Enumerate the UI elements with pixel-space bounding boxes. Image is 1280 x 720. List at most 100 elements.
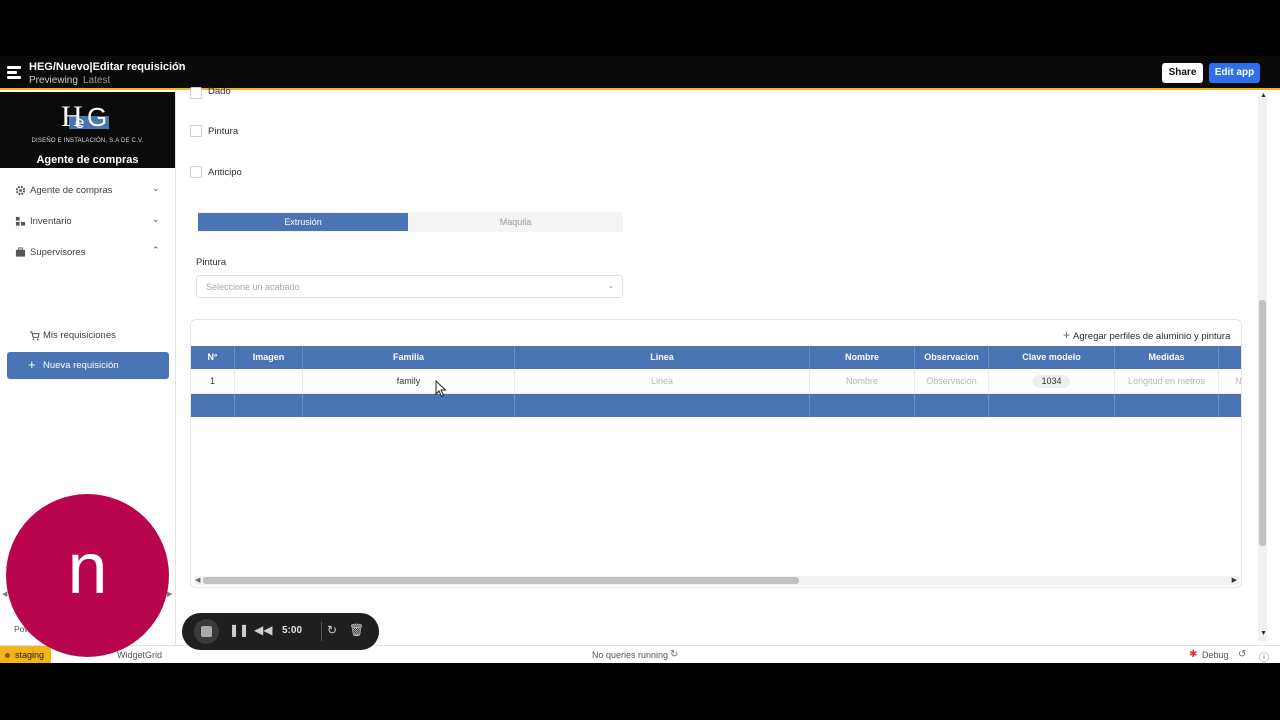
profiles-table-card: + Agregar perfiles de aluminio y pintura … [190, 319, 1242, 588]
table-header-row: N° Imagen Familia Linea Nombre Observaci… [191, 346, 1241, 369]
scroll-right-icon[interactable]: ▶ [1232, 576, 1237, 584]
main-content: Dado Pintura Anticipo Extrusión Maquila … [176, 86, 1256, 645]
debug-icon: ✱ [1189, 649, 1198, 660]
plus-icon: + [1063, 328, 1071, 342]
table-cell [915, 394, 989, 417]
tab-maquila[interactable]: Maquila [408, 213, 623, 231]
pintura-checkbox[interactable] [190, 125, 202, 137]
anticipo-checkbox[interactable] [190, 166, 202, 178]
help-icon[interactable]: ⓘ [1259, 649, 1269, 663]
column-header[interactable] [1219, 346, 1241, 369]
table-cell-imagen[interactable] [235, 369, 303, 393]
table-cell [191, 394, 235, 417]
table-cell [989, 394, 1115, 417]
environment-badge[interactable]: staging [0, 646, 51, 663]
process-segmented-control: Extrusión Maquila [198, 212, 623, 232]
environment-label: staging [15, 650, 45, 660]
cart-icon [29, 331, 40, 341]
scrollbar-thumb[interactable] [203, 577, 799, 584]
sidebar-item-label: Mis requisiciones [43, 330, 116, 341]
paint-select-placeholder: Seleccione un acabado [206, 282, 300, 292]
briefcase-icon [15, 247, 26, 257]
top-bar: HEG/Nuevo|Editar requisición ☆ Previewin… [0, 56, 1280, 90]
mode-label: Previewing [29, 75, 78, 86]
table-row[interactable]: 1 family Linea Nombre Observacion 1034 L… [191, 369, 1241, 394]
paint-field-label: Pintura [196, 257, 227, 268]
version-label[interactable]: Latest [83, 75, 110, 86]
dado-label: Dado [208, 86, 231, 97]
sidebar-item-label: Agente de compras [30, 185, 113, 196]
edit-app-button[interactable]: Edit app [1209, 63, 1260, 83]
refresh-icon[interactable]: ↻ [670, 649, 678, 660]
column-header[interactable]: Linea [515, 346, 810, 369]
table-cell-extra[interactable]: N [1219, 369, 1241, 393]
pause-icon[interactable]: ❚❚ [229, 623, 249, 637]
star-icon[interactable]: ☆ [174, 60, 184, 73]
app-menu-icon[interactable] [7, 66, 21, 80]
app-title: HEG/Nuevo|Editar requisición [29, 61, 186, 73]
sidebar-item-mis-requisiciones[interactable]: Mis requisiciones [0, 325, 175, 347]
sidebar-item-supervisores[interactable]: Supervisores ⌃ [0, 241, 175, 265]
rewind-icon[interactable]: ◀◀ [254, 623, 272, 637]
column-header[interactable]: Imagen [235, 346, 303, 369]
divider [321, 622, 322, 641]
recording-timer: 5:00 [282, 625, 303, 636]
debug-button[interactable]: Debug [1202, 650, 1229, 660]
table-cell [303, 394, 515, 417]
paint-select[interactable]: Seleccione un acabado ⌄ [196, 275, 623, 298]
svg-text:G: G [87, 102, 107, 132]
restart-icon[interactable]: ↻ [327, 623, 337, 637]
page-vertical-scrollbar[interactable]: ▲ ▼ [1256, 92, 1280, 645]
sidebar-item-nueva-requisicion[interactable]: + Nueva requisición [7, 352, 169, 379]
dado-checkbox[interactable] [190, 87, 202, 99]
column-header[interactable]: Nombre [810, 346, 915, 369]
queries-status: No queries running [592, 650, 669, 660]
chevron-down-icon: ⌄ [152, 183, 160, 193]
mouse-cursor-icon [435, 380, 447, 398]
anticipo-label: Anticipo [208, 167, 242, 178]
table-horizontal-scrollbar[interactable]: ◀ ▶ [195, 576, 1239, 585]
pintura-label: Pintura [208, 126, 239, 137]
trash-icon[interactable]: 🗑 [349, 623, 364, 637]
table-cell-clave-modelo[interactable]: 1034 [989, 369, 1115, 393]
gear-icon [15, 185, 26, 196]
column-header[interactable]: Clave modelo [989, 346, 1115, 369]
table-cell-familia[interactable]: family [303, 369, 515, 393]
column-header[interactable]: Observacion [915, 346, 989, 369]
column-header[interactable]: Medidas [1115, 346, 1219, 369]
scroll-left-icon[interactable]: ◀ [195, 576, 200, 584]
column-header[interactable]: N° [191, 346, 235, 369]
table-cell-observacion[interactable]: Observacion [915, 369, 989, 393]
boxes-icon [15, 216, 26, 226]
plus-icon: + [28, 357, 36, 372]
share-button[interactable]: Share [1162, 63, 1203, 83]
brand-title: Agente de compras [36, 154, 139, 166]
status-dot-icon [5, 653, 10, 659]
sidebar-item-label: Inventario [30, 216, 72, 227]
add-profiles-button[interactable]: + Agregar perfiles de aluminio y pintura [1063, 328, 1230, 342]
table-cell [235, 394, 303, 417]
sidebar-item-inventario[interactable]: Inventario ⌄ [0, 210, 175, 234]
company-logo: H e G [61, 100, 109, 132]
widget-path[interactable]: WidgetGrid [117, 650, 162, 660]
table-add-row[interactable] [191, 394, 1241, 417]
table-cell-medidas[interactable]: Longitud en metros [1115, 369, 1219, 393]
table-cell-n[interactable]: 1 [191, 369, 235, 393]
table-cell-nombre[interactable]: Nombre [810, 369, 915, 393]
clave-modelo-pill: 1034 [1033, 375, 1070, 388]
column-header[interactable]: Familia [303, 346, 515, 369]
stop-recording-button[interactable] [194, 619, 219, 644]
sidebar-item-agente-de-compras[interactable]: Agente de compras ⌄ [0, 179, 175, 203]
table-cell [515, 394, 810, 417]
sidebar-item-label: Supervisores [30, 247, 86, 258]
table-cell-linea[interactable]: Linea [515, 369, 810, 393]
table-cell [1115, 394, 1219, 417]
svg-text:e: e [75, 113, 84, 132]
scroll-up-icon[interactable]: ▲ [1260, 92, 1267, 99]
chevron-down-icon: ⌄ [607, 280, 615, 290]
tab-extrusion[interactable]: Extrusión [198, 213, 408, 231]
scroll-down-icon[interactable]: ▼ [1260, 630, 1267, 637]
scrollbar-thumb[interactable] [1259, 300, 1266, 546]
screen-recorder-controls: ❚❚ ◀◀ 5:00 ↻ 🗑 [182, 613, 379, 650]
history-icon[interactable]: ↺ [1238, 649, 1246, 660]
